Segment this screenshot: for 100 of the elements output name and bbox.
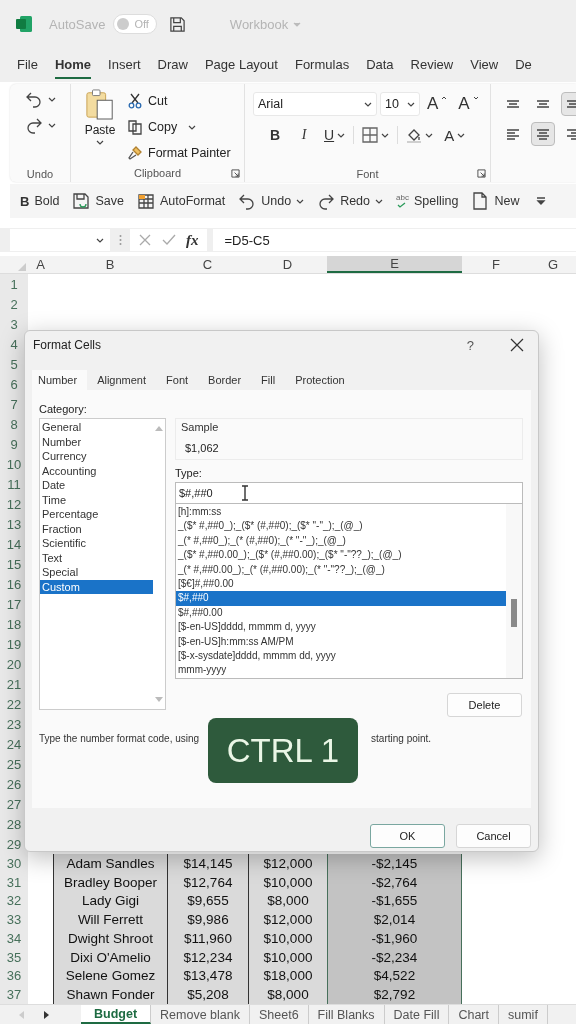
underline-button[interactable]: U [321, 124, 349, 146]
ribbon-tab[interactable]: Review [410, 51, 454, 79]
category-item[interactable]: Text [40, 550, 153, 565]
cut-button[interactable]: Cut [127, 90, 231, 112]
category-item[interactable]: Number [40, 434, 153, 449]
category-item[interactable]: Fraction [40, 521, 153, 536]
dialog-launcher-icon[interactable] [231, 168, 240, 178]
delete-button[interactable]: Delete [447, 693, 522, 717]
sheet-tab[interactable]: sumif [499, 1005, 548, 1024]
toolbar-button[interactable]: B Bold [20, 193, 60, 209]
caret-icon[interactable] [47, 122, 56, 128]
format-item[interactable]: mmm-yyyy [176, 663, 506, 678]
sheet-tab[interactable]: Sheet6 [249, 1005, 309, 1024]
italic-button[interactable]: I [292, 124, 316, 146]
ribbon-tab[interactable]: Page Layout [204, 51, 278, 79]
row-number[interactable]: 3 [0, 314, 28, 334]
row-number[interactable]: 30 [0, 854, 28, 873]
font-color-button[interactable]: A [441, 124, 469, 146]
format-item[interactable]: _(* #,##0_);_(* (#,##0);_(* "-"_);_(@_) [176, 533, 506, 549]
category-item[interactable]: Percentage [40, 507, 153, 522]
paste-button[interactable]: Paste [79, 88, 121, 165]
shrink-font-button[interactable]: A [454, 93, 483, 115]
help-button[interactable]: ? [466, 337, 474, 353]
ribbon-tab[interactable]: Data [366, 51, 394, 79]
format-item[interactable]: [$€]#,##0.00 [176, 576, 506, 592]
column-header[interactable]: E [327, 256, 462, 273]
ribbon-tab[interactable]: File [17, 51, 38, 79]
category-item[interactable]: Accounting [40, 463, 153, 478]
dialog-launcher-icon[interactable] [477, 169, 486, 179]
font-name-dropdown[interactable]: Arial [253, 92, 377, 116]
category-item[interactable]: Special [40, 565, 153, 580]
bold-button[interactable]: B [263, 124, 287, 146]
toolbar-button[interactable]: AutoFormat [136, 192, 226, 210]
dialog-tab[interactable]: Alignment [87, 370, 157, 390]
sheet-tab[interactable]: Budget [81, 1005, 152, 1024]
sheet-tab[interactable]: Date Fill [384, 1005, 450, 1024]
column-header[interactable]: B [53, 256, 167, 273]
toolbar-button[interactable]: New [471, 192, 520, 210]
scrollbar-thumb[interactable] [511, 599, 517, 627]
sheet-tab[interactable]: Fill Blanks [308, 1005, 385, 1024]
caret-icon[interactable] [47, 96, 56, 102]
row-number[interactable]: 2 [0, 294, 28, 314]
format-item[interactable]: [$-en-US]h:mm:ss AM/PM [176, 634, 506, 649]
column-header[interactable]: D [248, 256, 327, 273]
ribbon-tab[interactable]: Draw [157, 51, 188, 79]
toolbar-button[interactable]: Redo [317, 192, 383, 210]
sheet-tab[interactable]: Chart [449, 1005, 499, 1024]
undo-icon[interactable] [24, 90, 43, 108]
column-header[interactable]: G [530, 256, 576, 273]
next-sheet-icon[interactable] [43, 1010, 49, 1019]
row-number[interactable]: 33 [0, 910, 28, 929]
format-item[interactable]: [$-x-sysdate]dddd, mmmm dd, yyyy [176, 648, 506, 664]
cancel-button[interactable]: Cancel [456, 824, 531, 848]
copy-button[interactable]: Copy [127, 116, 231, 138]
ribbon-tab[interactable]: View [470, 51, 499, 79]
format-item[interactable]: _($* #,##0.00_);_($* (#,##0.00);_($* "-"??_);_(@_) [176, 548, 506, 563]
category-item[interactable]: Date [40, 478, 153, 493]
category-item[interactable]: Scientific [40, 536, 153, 551]
sheet-tab[interactable]: Remove blank [151, 1005, 250, 1024]
save-icon[interactable] [168, 15, 186, 33]
dialog-tab[interactable]: Font [156, 370, 199, 390]
column-header[interactable]: F [462, 256, 530, 273]
dialog-tab[interactable]: Border [198, 370, 252, 390]
column-header[interactable]: A [28, 256, 53, 273]
category-item[interactable]: General [40, 420, 153, 435]
dialog-tab[interactable]: Protection [285, 370, 355, 390]
format-item[interactable]: $#,##0.00 [176, 605, 506, 621]
grow-font-button[interactable]: A [423, 93, 452, 115]
row-number[interactable]: 34 [0, 929, 28, 948]
row-number[interactable]: 29 [0, 834, 28, 854]
dialog-tab[interactable]: Number [32, 370, 88, 390]
format-item[interactable]: _($* #,##0_);_($* (#,##0);_($* "-"_);_(@_) [176, 519, 506, 534]
align-button[interactable] [531, 122, 555, 146]
ribbon-tab[interactable]: De [515, 51, 532, 79]
ribbon-tab[interactable]: Insert [108, 51, 141, 79]
row-number[interactable]: 37 [0, 985, 28, 1004]
ribbon-tab[interactable]: Formulas [294, 51, 350, 79]
format-item[interactable]: $#,##0 [176, 591, 506, 606]
column-header[interactable]: C [167, 256, 248, 273]
toolbar-button[interactable]: Save [72, 192, 124, 210]
overflow-icon[interactable] [536, 197, 547, 205]
insert-function-button[interactable]: fx [186, 231, 199, 249]
toolbar-button[interactable]: Undo [238, 192, 305, 210]
format-item[interactable]: [h]:mm:ss [176, 505, 506, 520]
ribbon-tab[interactable]: Home [54, 51, 92, 79]
format-painter-button[interactable]: Format Painter [127, 142, 231, 164]
format-item[interactable]: _(* #,##0.00_);_(* (#,##0.00);_(* "-"??_);_(@_) [176, 562, 506, 577]
close-icon[interactable] [510, 338, 524, 352]
category-item[interactable]: Custom [40, 579, 153, 594]
toolbar-button[interactable]: abc Spelling [396, 194, 459, 208]
redo-icon[interactable] [24, 116, 43, 134]
dialog-tab[interactable]: Fill [251, 370, 286, 390]
category-item[interactable]: Time [40, 492, 153, 507]
font-size-dropdown[interactable]: 10 [380, 92, 420, 116]
type-field[interactable]: $#,##0 [175, 482, 523, 504]
row-number[interactable]: 1 [0, 274, 28, 294]
formula-field[interactable]: =D5-C5 [212, 229, 576, 251]
ok-button[interactable]: OK [370, 824, 445, 848]
format-item[interactable]: [$-en-US]dddd, mmmm d, yyyy [176, 620, 506, 635]
category-item[interactable]: Currency [40, 449, 153, 464]
